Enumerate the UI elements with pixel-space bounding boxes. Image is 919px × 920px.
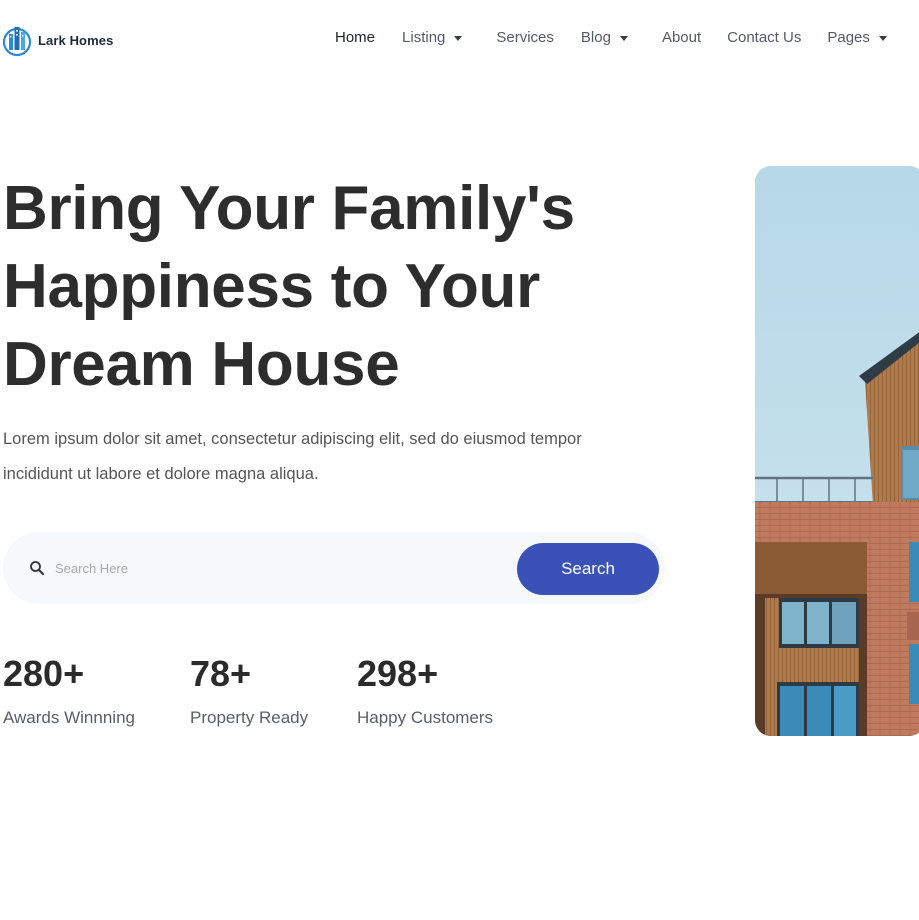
nav-item-blog[interactable]: Blog xyxy=(581,29,628,46)
stat-value: 298+ xyxy=(357,653,439,694)
nav-item-label: Home xyxy=(335,29,376,46)
stat-label: Property Ready xyxy=(190,708,309,727)
stat-value: 280+ xyxy=(3,653,85,694)
logo-building-icon xyxy=(2,27,32,57)
hero-title: Bring Your Family's Happiness to Your Dr… xyxy=(3,170,603,404)
caret-down-icon xyxy=(878,35,887,41)
stat-label: Awards Winnning xyxy=(3,708,135,727)
brand-name: Lark Homes xyxy=(38,32,114,48)
search-icon xyxy=(30,561,44,575)
hero-title-line: Bring Your Family's xyxy=(3,174,575,243)
nav-item-listing[interactable]: Listing xyxy=(402,29,463,46)
site-header: Lark Homes Home Listing Services Blog Ab… xyxy=(0,0,919,80)
hero-description-line: incididunt ut labore et dolore magna ali… xyxy=(3,465,319,483)
main-nav: Home Listing Services Blog About Contact… xyxy=(335,29,887,46)
caret-down-icon xyxy=(619,35,628,41)
nav-item-contact-us[interactable]: Contact Us xyxy=(727,29,801,46)
hero-description: Lorem ipsum dolor sit amet, consectetur … xyxy=(3,422,653,492)
nav-item-about[interactable]: About xyxy=(662,29,701,46)
nav-item-label: Contact Us xyxy=(727,29,802,46)
hero-title-line: Happiness to Your xyxy=(3,252,540,321)
stat-label: Happy Customers xyxy=(357,708,494,727)
search-input[interactable] xyxy=(55,556,475,580)
nav-item-label: About xyxy=(661,29,702,46)
nav-item-label: Blog xyxy=(580,29,611,46)
nav-item-services[interactable]: Services xyxy=(496,29,554,46)
hero-house-image xyxy=(755,166,919,736)
nav-item-pages[interactable]: Pages xyxy=(827,29,887,46)
hero-description-line: Lorem ipsum dolor sit amet, consectetur … xyxy=(3,430,582,448)
house-illustration xyxy=(755,166,919,736)
stat-awards: 280+ Awards Winnning xyxy=(3,652,135,728)
stat-property: 78+ Property Ready xyxy=(190,652,308,728)
nav-item-label: Listing xyxy=(402,29,446,46)
brand-logo[interactable]: Lark Homes xyxy=(2,22,113,58)
nav-item-label: Pages xyxy=(827,29,870,46)
search-bar: Search xyxy=(3,532,665,604)
hero-title-line: Dream House xyxy=(3,330,400,399)
nav-item-label: Services xyxy=(496,29,554,46)
stat-customers: 298+ Happy Customers xyxy=(357,652,493,728)
nav-item-home[interactable]: Home xyxy=(335,29,375,46)
search-button[interactable]: Search xyxy=(517,543,659,595)
caret-down-icon xyxy=(454,35,463,41)
stat-value: 78+ xyxy=(190,653,252,694)
